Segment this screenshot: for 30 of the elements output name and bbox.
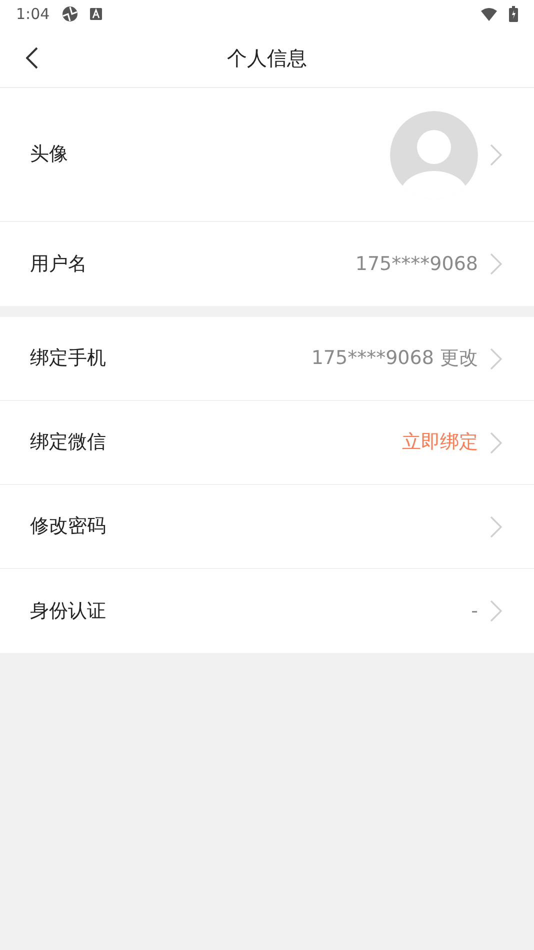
- settings-row[interactable]: 头像: [0, 88, 534, 222]
- settings-row[interactable]: 绑定手机 175****9068 更改: [0, 317, 534, 401]
- row-label: 修改密码: [30, 514, 107, 540]
- row-label: 身份认证: [30, 598, 107, 624]
- battery-charging-icon: [509, 6, 518, 22]
- chevron-right-icon: [490, 516, 502, 538]
- row-label: 绑定手机: [30, 346, 107, 372]
- row-value: -: [471, 598, 478, 624]
- chevron-right-icon: [490, 253, 502, 275]
- chevron-right-icon: [490, 600, 502, 622]
- row-label: 头像: [30, 142, 69, 168]
- row-label: 绑定微信: [30, 430, 107, 456]
- status-time: 1:04: [16, 4, 50, 25]
- row-value: 175****9068: [355, 252, 478, 277]
- row-label: 用户名: [30, 252, 88, 277]
- chevron-right-icon: [490, 348, 502, 370]
- keyboard-notification-icon: [90, 8, 102, 20]
- row-value: 立即绑定: [402, 430, 478, 456]
- page-title: 个人信息: [227, 44, 307, 72]
- settings-row[interactable]: 修改密码: [0, 485, 534, 569]
- app-notification-icon: [62, 6, 78, 22]
- back-icon: [26, 47, 38, 69]
- settings-row[interactable]: 身份认证 -: [0, 569, 534, 653]
- row-value: 175****9068 更改: [311, 346, 478, 372]
- avatar-icon: [390, 110, 478, 198]
- wifi-icon: [481, 8, 497, 20]
- settings-row[interactable]: 绑定微信 立即绑定: [0, 401, 534, 485]
- chevron-right-icon: [490, 432, 502, 454]
- settings-row[interactable]: 用户名 175****9068: [0, 222, 534, 306]
- chevron-right-icon: [490, 144, 502, 166]
